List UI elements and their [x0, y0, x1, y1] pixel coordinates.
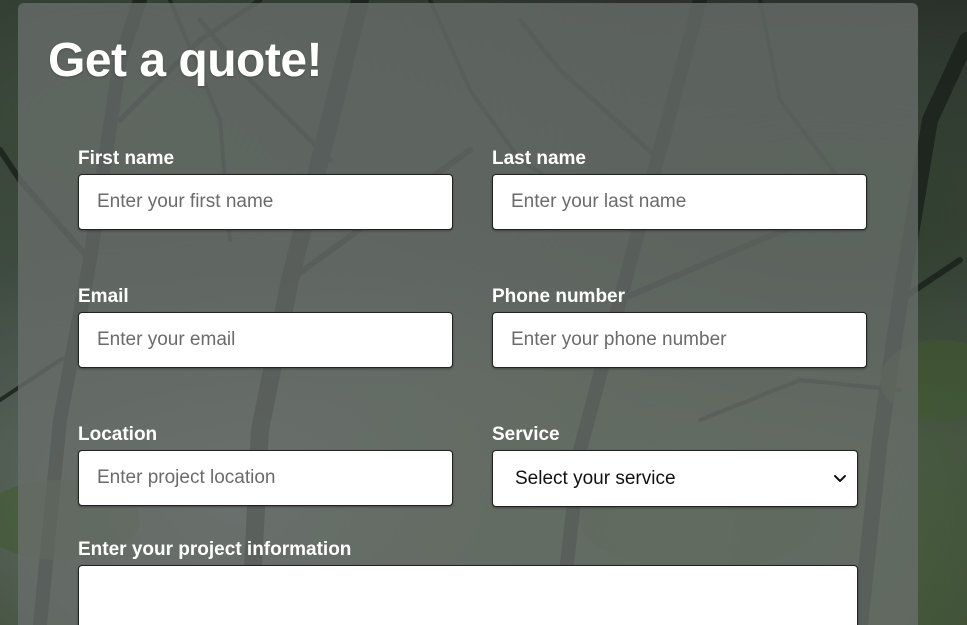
phone-label: Phone number	[492, 286, 626, 307]
email-input[interactable]	[78, 312, 453, 368]
email-label: Email	[78, 286, 129, 307]
location-label: Location	[78, 424, 158, 445]
phone-input[interactable]	[492, 312, 867, 368]
project-info-group: Enter your project information	[78, 539, 858, 625]
service-group: Service Select your service	[492, 424, 858, 507]
first-name-group: First name	[78, 148, 453, 230]
quote-form-card: Get a quote! First name Last name Email …	[18, 3, 918, 625]
chevron-down-icon	[834, 475, 846, 482]
form-title: Get a quote!	[48, 34, 323, 87]
location-group: Location	[78, 424, 453, 506]
project-info-textarea[interactable]	[78, 565, 858, 625]
first-name-label: First name	[78, 148, 175, 169]
first-name-input[interactable]	[78, 174, 453, 230]
last-name-group: Last name	[492, 148, 867, 230]
service-select[interactable]: Select your service	[492, 450, 858, 507]
last-name-label: Last name	[492, 148, 586, 169]
project-info-label: Enter your project information	[78, 539, 352, 560]
email-group: Email	[78, 286, 453, 368]
service-label: Service	[492, 424, 560, 445]
location-input[interactable]	[78, 450, 453, 506]
phone-group: Phone number	[492, 286, 867, 368]
last-name-input[interactable]	[492, 174, 867, 230]
service-selected-value: Select your service	[515, 468, 676, 489]
